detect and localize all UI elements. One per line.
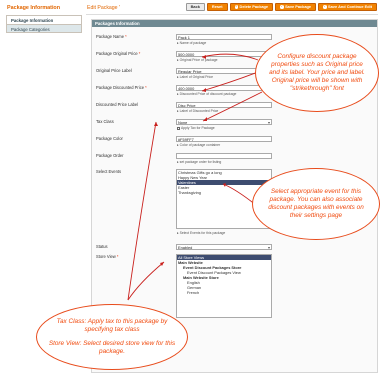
select-events-label: Select Events — [96, 169, 122, 174]
delete-label: Delete Package — [239, 4, 269, 9]
tab-package-information[interactable]: Package Information — [6, 15, 82, 24]
tab-package-categories[interactable]: Package Categories — [6, 24, 82, 33]
store-view-listbox[interactable]: All Store Views Main Website Event Disco… — [176, 254, 272, 318]
store-view-option[interactable]: French — [177, 290, 271, 295]
page-title-text: Edit Package ' — [87, 5, 120, 11]
discounted-price-label: Package Discounted Price * — [96, 85, 147, 90]
save-continue-icon: ✓ — [323, 4, 327, 9]
package-order-input[interactable] — [176, 153, 272, 159]
back-label: Back — [190, 4, 200, 9]
sidebar: Package Information Package Information … — [6, 4, 82, 33]
store-view-label: Store View * — [96, 254, 119, 259]
callout-prices-text: Configure discount package properties su… — [269, 53, 365, 92]
delete-icon: × — [234, 4, 239, 9]
back-button[interactable]: Back — [185, 3, 205, 11]
discounted-label-note: ▸ Label of Discounted Price — [177, 109, 219, 113]
save-continue-button[interactable]: ✓ Save And Continue Edit — [318, 3, 377, 11]
panel-title: Packages Information — [92, 20, 377, 27]
discounted-label-label: Discounted Price Label — [96, 102, 139, 107]
discounted-price-note: ▸ Discounted Price of discount package — [177, 92, 237, 96]
callout-events: Select appropriate event for this packag… — [252, 168, 380, 240]
select-events-note: ▸ Select Events for this package — [177, 231, 226, 235]
header-divider — [86, 14, 378, 15]
discounted-label-input[interactable]: Disc Price — [176, 102, 272, 108]
original-price-input[interactable]: 500.0000 — [176, 51, 272, 57]
package-color-note: ▸ Color of package container — [177, 143, 221, 147]
save-package-button[interactable]: ✓ Save Package — [275, 3, 317, 11]
tax-class-checkbox[interactable] — [177, 126, 180, 130]
delete-package-button[interactable]: × Delete Package — [229, 3, 274, 11]
tax-class-note: Apply Tax for Package — [177, 126, 215, 130]
reset-button[interactable]: Reset — [206, 3, 228, 11]
tax-class-label: Tax Class — [96, 119, 114, 124]
status-label: Status — [96, 244, 108, 249]
reset-label: Reset — [211, 4, 223, 9]
save-continue-label: Save And Continue Edit — [328, 4, 372, 9]
package-order-label: Package Order — [96, 153, 124, 158]
original-label-label: Original Price Label — [96, 68, 132, 73]
callout-events-text: Select appropriate event for this packag… — [268, 188, 364, 219]
package-color-label: Package Color — [96, 136, 123, 141]
package-color-input[interactable]: #F59FF7 — [176, 136, 272, 142]
callout-tax-text: Tax Class: Apply tax to this package by … — [56, 318, 168, 333]
package-name-note: ▸ Name of package — [177, 41, 207, 45]
original-price-label: Package Original Price * — [96, 51, 141, 56]
callout-prices: Configure discount package properties su… — [255, 34, 379, 112]
original-label-note: ▸ Label of Original Price — [177, 75, 214, 79]
page-title: Edit Package ' — [87, 5, 120, 11]
callout-tax-store: Tax Class: Apply tax to this package by … — [36, 304, 188, 370]
save-icon: ✓ — [280, 4, 284, 9]
original-price-note: ▸ Original Price of package — [177, 58, 218, 62]
sidebar-title: Package Information — [7, 5, 61, 11]
package-order-note: ▸ set package order for listing — [177, 160, 222, 164]
toolbar: Back Reset × Delete Package ✓ Save Package… — [185, 3, 377, 11]
package-name-input[interactable]: Pack 1 — [176, 34, 272, 40]
save-label: Save Package — [285, 4, 312, 9]
status-select[interactable]: Enabled — [176, 244, 272, 250]
package-name-label: Package Name * — [96, 34, 127, 39]
callout-store-text: Store View: Select desired store view fo… — [48, 340, 176, 355]
tax-class-select[interactable]: None — [176, 119, 272, 125]
